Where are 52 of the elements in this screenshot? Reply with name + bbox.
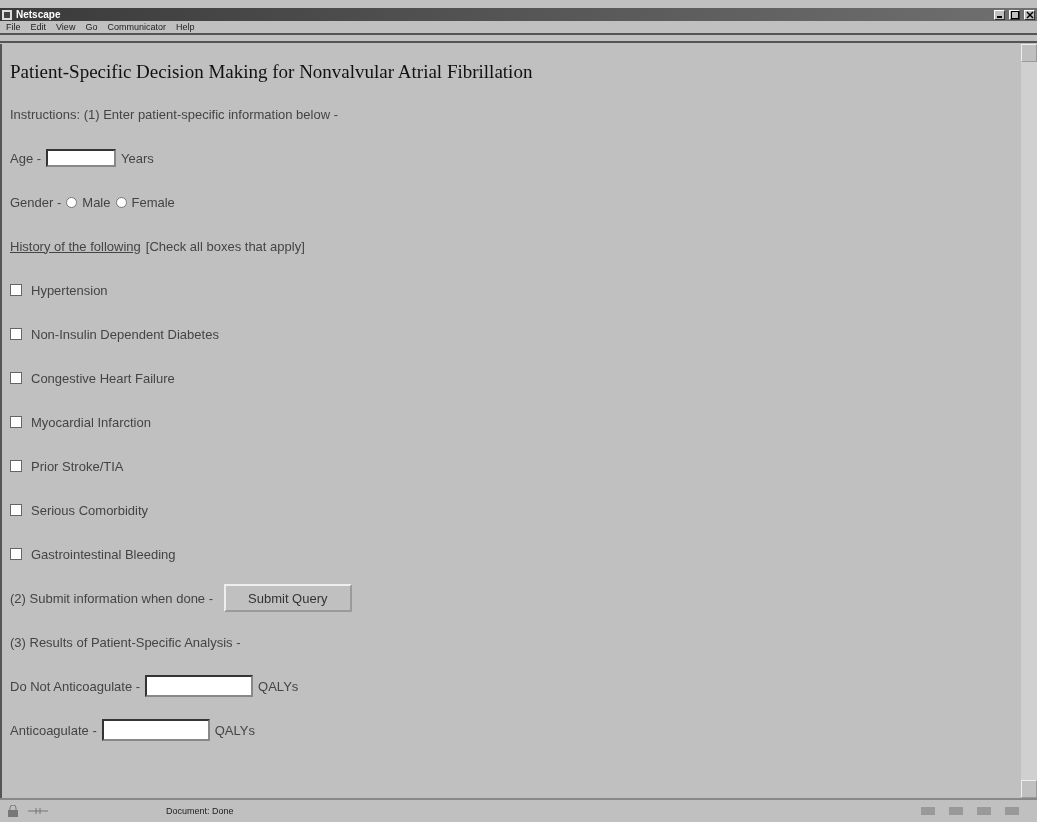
checkbox[interactable] — [10, 548, 22, 560]
menu-item[interactable]: Help — [175, 22, 195, 32]
instructions-text: Instructions: (1) Enter patient-specific information below - — [10, 106, 339, 122]
radio-button[interactable] — [115, 196, 127, 208]
result-field[interactable] — [101, 719, 210, 741]
checkbox-label: Gastrointestinal Bleeding — [31, 546, 176, 562]
radio-label: Female — [131, 194, 175, 210]
field-label: Gender - — [10, 194, 62, 210]
checkbox[interactable] — [10, 372, 22, 384]
checkbox-label: Prior Stroke/TIA — [31, 458, 124, 474]
results-heading: (3) Results of Patient-Specific Analysis - — [10, 634, 241, 650]
history-heading: History of the following — [10, 238, 141, 254]
app-icon — [2, 9, 12, 20]
history-note: [Check all boxes that apply] — [145, 238, 305, 254]
submit-instruction: (2) Submit information when done - — [10, 590, 214, 606]
unit-label: QALYs — [214, 722, 255, 738]
checkbox[interactable] — [10, 504, 22, 516]
lock-icon — [6, 805, 20, 817]
menu-item[interactable]: View — [56, 22, 76, 32]
checkbox-label: Serious Comorbidity — [31, 502, 149, 518]
menu-item[interactable]: Edit — [30, 22, 47, 32]
checkbox[interactable] — [10, 460, 22, 472]
window-title: Netscape — [16, 9, 61, 20]
checkbox-label: Hypertension — [31, 282, 108, 298]
result-label: Anticoagulate - — [10, 722, 97, 738]
connection-icon — [28, 806, 48, 816]
menu-item[interactable]: Communicator — [107, 22, 166, 32]
radio-label: Male — [82, 194, 111, 210]
menu-item[interactable]: Go — [85, 22, 98, 32]
status-text: Document: Done — [166, 806, 234, 816]
maximize-icon — [1010, 10, 1019, 19]
checkbox-label: Non-Insulin Dependent Diabetes — [31, 326, 219, 342]
checkbox-label: Myocardial Infarction — [31, 414, 151, 430]
minimize-icon — [997, 16, 1002, 18]
result-field[interactable] — [145, 675, 254, 697]
checkbox[interactable] — [10, 284, 22, 296]
radio-button[interactable] — [66, 196, 78, 208]
close-button[interactable] — [1024, 9, 1035, 20]
age-field[interactable] — [46, 149, 117, 167]
checkbox[interactable] — [10, 416, 22, 428]
result-label: Do Not Anticoagulate - — [10, 678, 141, 694]
menu-item[interactable]: File — [6, 22, 21, 32]
unit-label: QALYs — [258, 678, 299, 694]
maximize-button[interactable] — [1009, 9, 1020, 20]
field-label: Age - — [10, 150, 42, 166]
close-icon — [1025, 10, 1034, 19]
checkbox[interactable] — [10, 328, 22, 340]
checkbox-label: Congestive Heart Failure — [31, 370, 175, 386]
submit-button[interactable]: Submit Query — [224, 584, 352, 612]
page-title: Patient-Specific Decision Making for Nonvalvular Atrial Fibrillation — [10, 60, 534, 84]
unit-label: Years — [121, 150, 154, 166]
minimize-button[interactable] — [994, 9, 1005, 20]
